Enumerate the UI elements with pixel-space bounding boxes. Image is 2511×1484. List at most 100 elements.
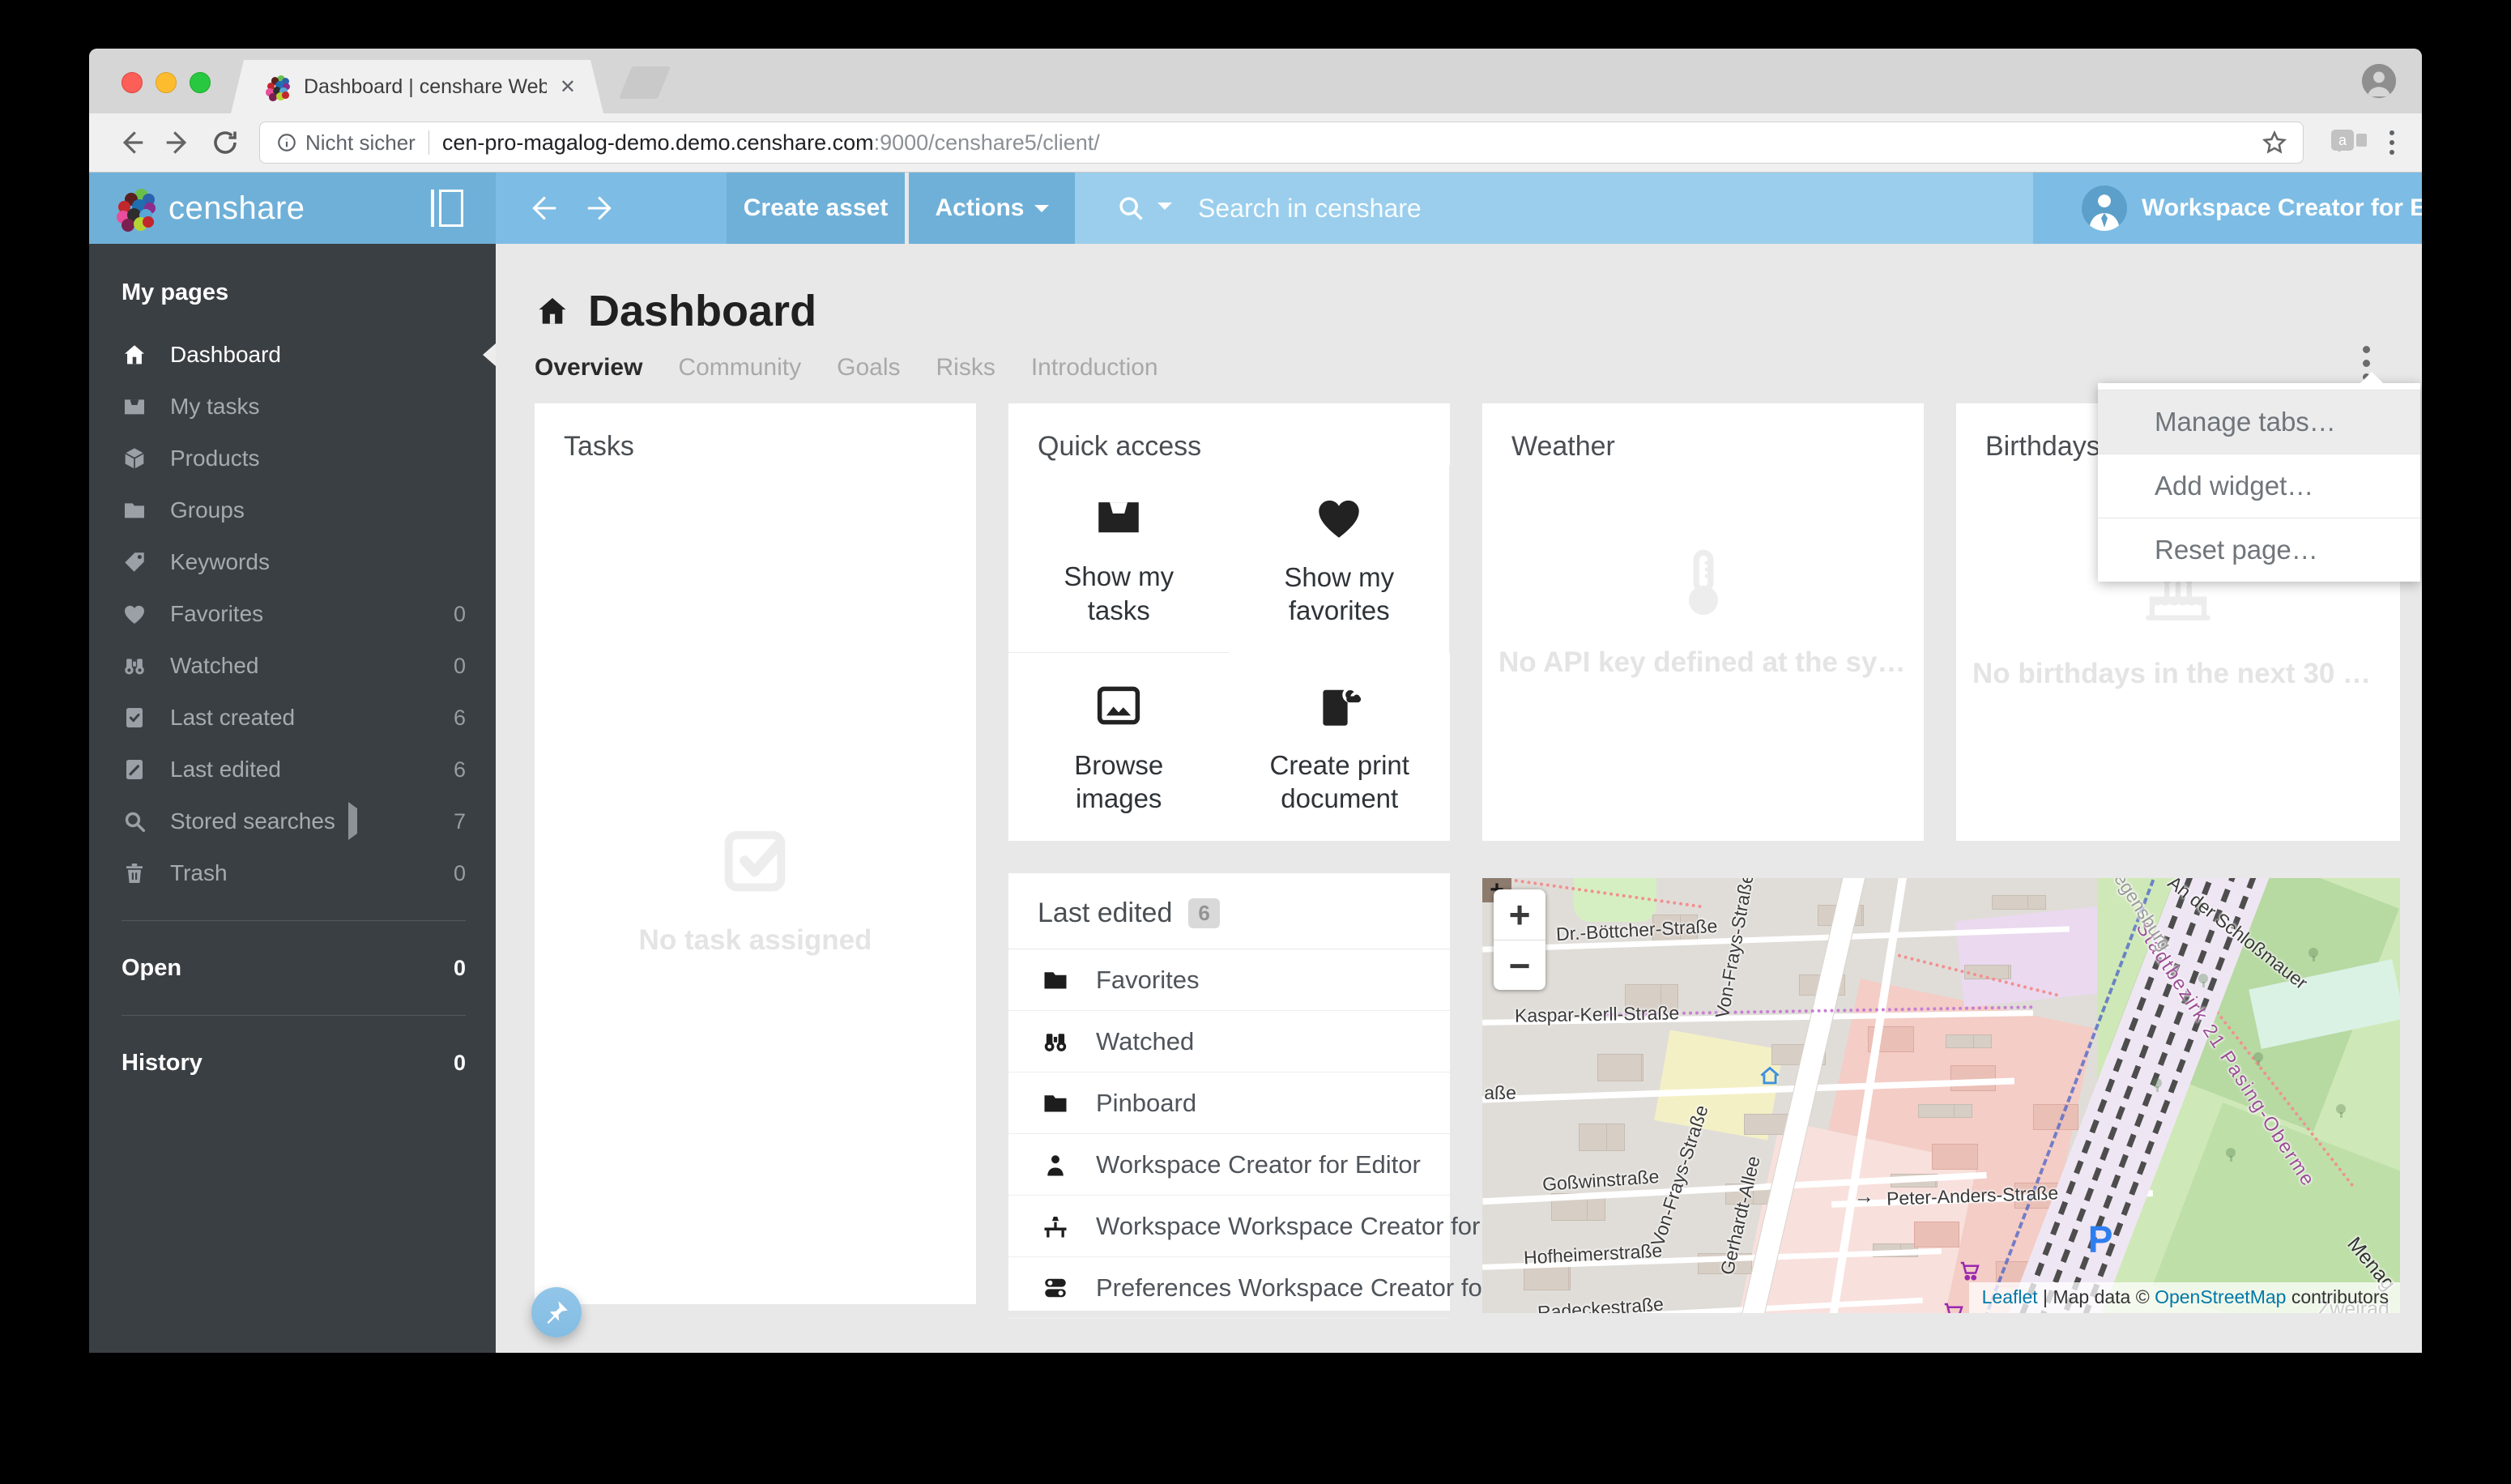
list-item[interactable]: Workspace Creator for Editor xyxy=(1008,1134,1450,1196)
search-scope-caret-icon[interactable] xyxy=(1157,203,1172,217)
map-zoom-out-button[interactable]: − xyxy=(1494,940,1545,990)
search-input[interactable] xyxy=(1198,194,1684,224)
window-controls[interactable] xyxy=(122,72,211,93)
quick-access-button[interactable]: Browse images xyxy=(1008,653,1230,841)
app-back-icon[interactable] xyxy=(523,190,561,227)
list-item[interactable]: Favorites xyxy=(1008,949,1450,1011)
sidebar-footer: Open 0 History 0 xyxy=(89,942,496,1089)
pin-button[interactable] xyxy=(531,1287,582,1337)
sidebar-item[interactable]: Watched 0 xyxy=(89,640,496,692)
folder-icon xyxy=(1041,966,1070,995)
map-street-label: Peter-Anders-Straße xyxy=(1886,1182,2058,1209)
sidebar-item-count: 0 xyxy=(454,602,466,627)
list-item[interactable]: Workspace Workspace Creator for Editor xyxy=(1008,1196,1450,1257)
create-asset-button[interactable]: Create asset xyxy=(727,173,905,244)
sidebar-item-count: 7 xyxy=(454,809,466,834)
app-forward-icon[interactable] xyxy=(583,190,620,227)
search-icon[interactable] xyxy=(1115,193,1146,224)
sidebar-footer-item[interactable]: History 0 xyxy=(89,1037,496,1089)
map-street-label: Stadtbezirk 21 Pasing-Oberme xyxy=(2131,918,2320,1191)
page-tab[interactable]: Risks xyxy=(936,354,995,382)
map-street-label: Radeckestraße xyxy=(1537,1294,1664,1313)
close-window-button[interactable] xyxy=(122,72,143,93)
inbox-icon xyxy=(122,394,147,420)
browser-profile-icon[interactable] xyxy=(2360,62,2398,100)
sidebar-item[interactable]: Groups xyxy=(89,484,496,536)
translate-extension-icon[interactable]: a xyxy=(2331,128,2367,157)
list-item[interactable]: Preferences Workspace Creator for Editor xyxy=(1008,1257,1450,1319)
menu-item[interactable]: Reset page… xyxy=(2098,518,2420,582)
weather-empty-text: No API key defined at the system as… xyxy=(1482,646,1924,679)
expand-arrow-icon[interactable] xyxy=(348,802,364,840)
sidebar-footer-count: 0 xyxy=(454,1051,466,1076)
menu-item[interactable]: Add widget… xyxy=(2098,454,2420,518)
sidebar-item[interactable]: My tasks xyxy=(89,381,496,433)
map-zoom-in-button[interactable]: + xyxy=(1494,889,1545,940)
tasks-empty-text: No task assigned xyxy=(535,924,976,957)
last-edited-count-badge: 6 xyxy=(1188,898,1219,928)
user-avatar-icon[interactable] xyxy=(2082,186,2127,231)
doc-check-icon xyxy=(122,705,147,731)
last-edited-list: Favorites Watched Pinboard xyxy=(1008,949,1450,1319)
list-item-label: Workspace Creator for Editor xyxy=(1096,1150,1421,1179)
url-host: cen-pro-magalog-demo.demo.censhare.com xyxy=(442,130,874,156)
list-item[interactable]: Watched xyxy=(1008,1011,1450,1072)
sidebar-footer-label: History xyxy=(122,1050,202,1077)
quick-access-label: Show my favorites xyxy=(1256,561,1422,628)
sidebar-item[interactable]: Favorites 0 xyxy=(89,588,496,640)
browser-menu-icon[interactable] xyxy=(2381,126,2402,160)
print-doc-icon xyxy=(1313,679,1366,732)
binoculars-icon xyxy=(122,653,147,679)
menu-item[interactable]: Manage tabs… xyxy=(2098,390,2420,454)
new-tab-button[interactable] xyxy=(619,66,671,99)
page-tab[interactable]: Community xyxy=(678,354,801,382)
minimize-window-button[interactable] xyxy=(156,72,177,93)
map-street-label: Goßwinstraße xyxy=(1541,1166,1660,1196)
collapse-sidebar-icon[interactable] xyxy=(431,190,463,227)
sidebar-item[interactable]: Dashboard xyxy=(89,329,496,381)
sidebar-item[interactable]: Trash 0 xyxy=(89,847,496,899)
global-search[interactable] xyxy=(1075,173,2033,244)
security-label[interactable]: Nicht sicher xyxy=(305,130,416,156)
actions-caret-icon xyxy=(1034,205,1049,220)
sidebar-item-count: 0 xyxy=(454,861,466,886)
sidebar-footer-count: 0 xyxy=(454,956,466,981)
sidebar-item-count: 6 xyxy=(454,706,466,731)
openstreetmap-link[interactable]: OpenStreetMap xyxy=(2155,1286,2286,1307)
leaflet-link[interactable]: Leaflet xyxy=(1982,1286,2038,1307)
zoom-window-button[interactable] xyxy=(190,72,211,93)
map-attribution: Leaflet | Map data © OpenStreetMap contr… xyxy=(1969,1282,2400,1313)
browser-back-icon[interactable] xyxy=(113,125,149,160)
sidebar-item[interactable]: Keywords xyxy=(89,536,496,588)
page-tab[interactable]: Goals xyxy=(837,354,900,382)
sidebar-item[interactable]: Products xyxy=(89,433,496,484)
url-path: :9000/censhare5/client/ xyxy=(874,130,1100,156)
tab-title: Dashboard | censhare Web xyxy=(304,75,547,99)
map-street-label: → xyxy=(1854,1185,1874,1209)
address-bar[interactable]: Nicht sicher cen-pro-magalog-demo.demo.c… xyxy=(259,122,2304,164)
map-widget[interactable]: + P Dr.-Böttcher-StraßeKaspar-Kerll-Stra… xyxy=(1482,878,2400,1313)
quick-access-button[interactable]: Create print document xyxy=(1230,653,1451,841)
page-tab[interactable]: Introduction xyxy=(1031,354,1158,382)
page-options-menu: Manage tabs… Add widget… Reset page… xyxy=(2098,383,2420,582)
quick-access-button[interactable]: Show my tasks xyxy=(1008,465,1230,653)
sidebar-item[interactable]: Stored searches 7 xyxy=(89,795,496,847)
bookmark-star-icon[interactable] xyxy=(2261,129,2288,156)
actions-button[interactable]: Actions xyxy=(909,173,1075,244)
search-icon xyxy=(122,808,147,834)
browser-forward-icon[interactable] xyxy=(160,125,196,160)
sidebar-item[interactable]: Last created 6 xyxy=(89,692,496,744)
quick-access-button[interactable]: Show my favorites xyxy=(1230,465,1451,653)
sidebar-footer-item[interactable]: Open 0 xyxy=(89,942,496,994)
home-icon xyxy=(122,342,147,368)
page-tab[interactable]: Overview xyxy=(535,354,642,382)
info-icon[interactable] xyxy=(276,132,297,153)
browser-reload-icon[interactable] xyxy=(207,125,243,160)
sidebar-item[interactable]: Last edited 6 xyxy=(89,744,496,795)
sidebar-item-count: 0 xyxy=(454,654,466,679)
list-item[interactable]: Pinboard xyxy=(1008,1072,1450,1134)
tab-close-icon[interactable]: ✕ xyxy=(560,75,576,99)
censhare-logo xyxy=(112,186,157,231)
user-menu[interactable]: Workspace Creator for Editor xyxy=(2033,173,2422,244)
browser-tab[interactable]: Dashboard | censhare Web ✕ xyxy=(231,60,603,113)
